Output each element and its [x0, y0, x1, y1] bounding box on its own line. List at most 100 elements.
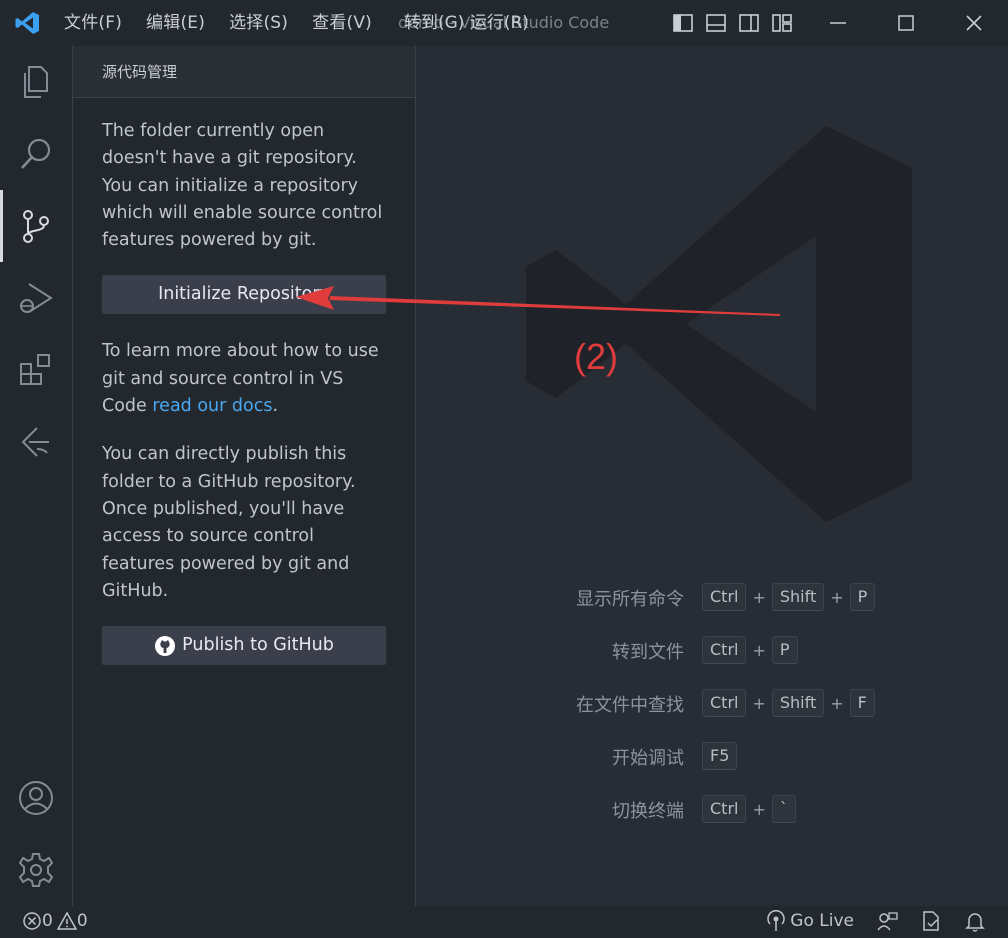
minimize-icon	[830, 22, 846, 24]
shortcut-keys: Ctrl + P	[702, 636, 798, 664]
customize-layout-icon[interactable]	[771, 12, 793, 34]
shortcut-keys: Ctrl + Shift + F	[702, 689, 875, 717]
status-right: Go Live	[744, 910, 986, 932]
status-bar: 0 0 Go Live	[0, 906, 1008, 938]
account-icon	[19, 781, 53, 815]
go-live-button[interactable]: Go Live	[766, 910, 854, 932]
no-repo-message: The folder currently open doesn't have a…	[102, 121, 383, 251]
key-plus: +	[752, 587, 766, 607]
menu-bar: 文件(F) 编辑(E) 选择(S) 查看(V)	[64, 10, 396, 36]
key-plus: +	[752, 640, 766, 660]
person-feedback-icon	[877, 912, 898, 931]
publish-to-github-button[interactable]: Publish to GitHub	[102, 626, 386, 666]
shortcut-label: 显示所有命令	[576, 589, 684, 610]
toggle-panel-icon[interactable]	[705, 12, 727, 34]
activity-source-control[interactable]	[0, 190, 72, 262]
sidebar-title: 源代码管理	[73, 46, 415, 98]
shortcut-label: 转到文件	[612, 642, 684, 663]
key: P	[771, 636, 798, 664]
shortcut-keys: F5	[702, 742, 738, 770]
search-icon	[21, 138, 51, 169]
publish-message: You can directly publish this folder to …	[102, 444, 356, 601]
activity-accounts[interactable]	[0, 762, 72, 834]
vscode-logo-icon	[15, 12, 39, 34]
source-control-sidebar: 源代码管理 The folder currently open doesn't …	[72, 46, 416, 906]
go-live-label: Go Live	[790, 911, 854, 931]
github-icon	[155, 635, 176, 656]
layout-controls	[672, 12, 793, 34]
shortcut-row: 开始调试 F5	[416, 742, 1008, 772]
activity-remote[interactable]	[0, 406, 72, 478]
shortcut-label: 切换终端	[612, 801, 684, 822]
key-plus: +	[830, 693, 844, 713]
shortcut-row: 显示所有命令 Ctrl + Shift + P	[416, 583, 1008, 613]
key-plus: +	[752, 693, 766, 713]
shortcut-label: 开始调试	[612, 748, 684, 769]
learn-more-suffix: .	[272, 396, 279, 417]
key: F5	[702, 742, 738, 770]
editor-area: (2) 显示所有命令 Ctrl + Shift + P 转到文件 Ctrl + P 在文件中…	[416, 46, 1008, 906]
maximize-icon	[898, 15, 914, 31]
toggle-secondary-sidebar-icon[interactable]	[738, 12, 760, 34]
initialize-repository-button[interactable]: Initialize Repository	[102, 275, 386, 315]
shortcut-row: 转到文件 Ctrl + P	[416, 636, 1008, 666]
menu-overflow-go-run[interactable]: 转到(G) 运行(R)	[404, 10, 529, 36]
key: Shift	[771, 583, 825, 611]
error-count: 0	[42, 911, 53, 931]
key-plus: +	[752, 799, 766, 819]
menu-selection[interactable]: 选择(S)	[229, 10, 288, 36]
close-icon	[966, 15, 982, 31]
live-share-button[interactable]	[876, 910, 898, 932]
remote-explorer-icon	[21, 427, 49, 457]
toggle-primary-sidebar-icon[interactable]	[672, 12, 694, 34]
run-debug-icon	[20, 283, 53, 313]
annotation-step-label: (2)	[574, 336, 618, 377]
activity-bar	[0, 46, 72, 906]
menu-edit[interactable]: 编辑(E)	[146, 10, 205, 36]
minimize-button[interactable]	[804, 0, 872, 46]
publish-to-github-label: Publish to GitHub	[182, 635, 334, 655]
shortcut-keys: Ctrl + Shift + P	[702, 583, 876, 611]
activity-extensions[interactable]	[0, 334, 72, 406]
activity-manage[interactable]	[0, 834, 72, 906]
key: Ctrl	[702, 795, 747, 823]
key-plus: +	[830, 587, 844, 607]
title-bar: 文件(F) 编辑(E) 选择(S) 查看(V) demo - Visual St…	[0, 0, 1008, 46]
activity-explorer[interactable]	[0, 46, 72, 118]
read-docs-link[interactable]: read our docs	[152, 396, 272, 416]
broadcast-icon	[767, 910, 785, 931]
key: `	[771, 795, 796, 823]
activity-run-debug[interactable]	[0, 262, 72, 334]
learn-more-text: To learn more about how to use git and s…	[102, 338, 387, 420]
key: F	[849, 689, 875, 717]
bell-icon	[965, 913, 985, 932]
key: Ctrl	[702, 636, 747, 664]
activity-search[interactable]	[0, 118, 72, 190]
window-controls	[804, 0, 1008, 46]
key: Ctrl	[702, 689, 747, 717]
shortcut-row: 切换终端 Ctrl + `	[416, 795, 1008, 825]
close-button[interactable]	[940, 0, 1008, 46]
shortcut-label: 在文件中查找	[576, 695, 684, 716]
warning-count: 0	[76, 911, 88, 931]
warning-icon	[56, 911, 77, 930]
explorer-icon	[24, 66, 48, 98]
source-control-icon	[23, 210, 49, 243]
maximize-button[interactable]	[872, 0, 940, 46]
file-check-icon	[923, 911, 939, 931]
key: Ctrl	[702, 583, 747, 611]
problems-indicator[interactable]: 0 0	[22, 911, 92, 931]
menu-file[interactable]: 文件(F)	[64, 10, 122, 36]
settings-gear-icon	[18, 853, 54, 887]
shortcut-keys: Ctrl + `	[702, 795, 796, 823]
extensions-icon	[20, 354, 50, 385]
notifications-button[interactable]	[964, 910, 986, 932]
key: P	[849, 583, 876, 611]
vscode-watermark-icon	[526, 126, 912, 522]
key: Shift	[771, 689, 825, 717]
shortcut-row: 在文件中查找 Ctrl + Shift + F	[416, 689, 1008, 719]
error-icon	[23, 912, 41, 930]
sidebar-content: The folder currently open doesn't have a…	[73, 98, 415, 666]
output-button[interactable]	[920, 910, 942, 932]
menu-view[interactable]: 查看(V)	[312, 10, 372, 36]
